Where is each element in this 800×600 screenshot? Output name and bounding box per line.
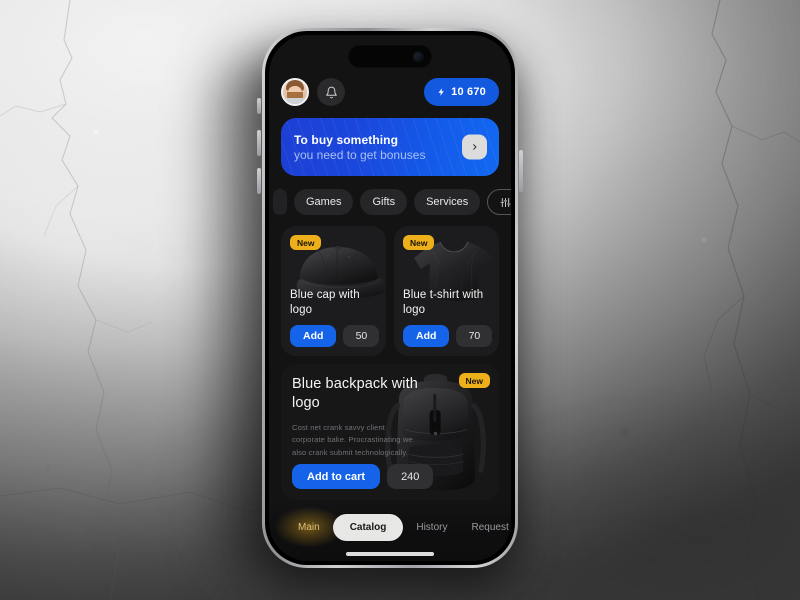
chip-filters[interactable]: Filters <box>487 189 511 215</box>
avatar-shirt <box>283 98 307 104</box>
product-actions: Add 50 <box>290 325 380 347</box>
chip-services[interactable]: Services <box>414 189 481 215</box>
product-actions: Add 70 <box>403 325 493 347</box>
bonus-points-value: 10 670 <box>451 86 486 98</box>
chip-services-label: Services <box>426 196 469 208</box>
product-card-tshirt[interactable]: New Blue t-shirt with logo Add 70 <box>394 226 499 356</box>
lightning-bolt-icon <box>438 88 444 96</box>
wall-crack-right <box>703 0 800 600</box>
tab-catalog[interactable]: Catalog <box>332 513 404 541</box>
phone-bezel: 10 670 To buy something you need to get … <box>265 31 515 565</box>
home-indicator <box>346 552 434 556</box>
product-card-cap[interactable]: New Blue cap with logo Add 50 <box>281 226 386 356</box>
avatar[interactable] <box>281 78 309 106</box>
add-to-cart-button[interactable]: Add to cart <box>292 464 381 489</box>
tab-history[interactable]: History <box>405 515 458 540</box>
product-badge-new: New <box>403 235 435 250</box>
chevron-right-icon <box>473 144 477 150</box>
silent-switch[interactable] <box>257 98 261 114</box>
product-badge-new: New <box>290 235 322 250</box>
scene-wall-background: 10 670 To buy something you need to get … <box>0 0 800 600</box>
featured-title: Blue backpack with logo <box>292 376 418 411</box>
featured-actions: Add to cart 240 <box>292 464 434 489</box>
chip-games-label: Games <box>306 196 342 208</box>
product-price[interactable]: 50 <box>343 325 380 347</box>
product-price[interactable]: 70 <box>456 325 493 347</box>
chip-gifts-label: Gifts <box>372 196 396 208</box>
sliders-icon <box>500 197 511 207</box>
volume-down-button[interactable] <box>257 168 261 194</box>
power-button[interactable] <box>519 150 523 192</box>
chip-gifts[interactable]: Gifts <box>360 189 408 215</box>
add-button[interactable]: Add <box>403 325 450 347</box>
bonus-points-pill[interactable]: 10 670 <box>424 78 499 106</box>
top-bar: 10 670 <box>281 78 499 106</box>
notifications-button[interactable] <box>317 78 345 106</box>
banner-cta-button[interactable] <box>462 134 487 160</box>
banner-text: To buy something you need to get bonuses <box>294 133 425 162</box>
add-button[interactable]: Add <box>290 325 337 347</box>
phone-screen: 10 670 To buy something you need to get … <box>269 35 511 561</box>
volume-up-button[interactable] <box>257 130 261 156</box>
tab-main[interactable]: Main <box>287 515 331 540</box>
chip-games[interactable]: Games <box>294 189 354 215</box>
tab-request[interactable]: Request <box>460 515 511 540</box>
banner-line-1: To buy something <box>294 132 399 147</box>
category-filter-row[interactable]: Games Gifts Services <box>269 189 511 215</box>
bell-icon <box>325 86 337 98</box>
bonuses-banner[interactable]: To buy something you need to get bonuses <box>281 118 499 176</box>
app-content: 10 670 To buy something you need to get … <box>269 35 511 561</box>
product-name: Blue t-shirt with logo <box>403 289 484 316</box>
chip-peek-previous[interactable] <box>273 189 287 215</box>
product-grid: New Blue cap with logo Add 50 New Blue t… <box>281 226 499 356</box>
featured-description: Cost net crank savvy client corporate ba… <box>292 422 413 457</box>
product-name: Blue cap with logo <box>290 289 360 316</box>
banner-line-2: you need to get bonuses <box>294 147 426 162</box>
product-card-backpack[interactable]: New Blue backpack with logo Cost net cra… <box>281 364 499 500</box>
phone-device-frame: 10 670 To buy something you need to get … <box>257 28 523 568</box>
featured-price[interactable]: 240 <box>387 464 434 489</box>
featured-badge-new: New <box>458 373 490 388</box>
